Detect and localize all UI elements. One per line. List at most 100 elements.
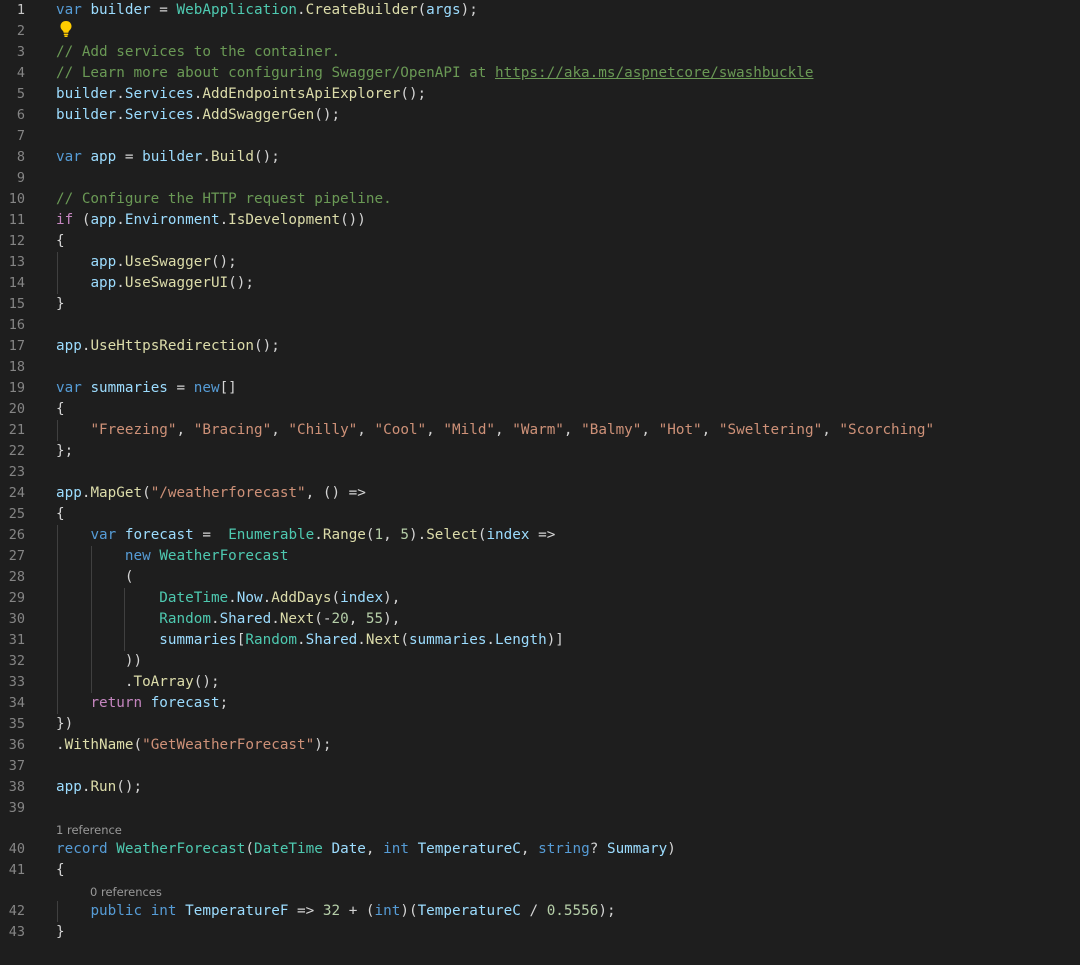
line-number[interactable]: 17 <box>0 336 25 357</box>
line-number[interactable]: 22 <box>0 441 25 462</box>
line-number[interactable]: 15 <box>0 294 25 315</box>
code-line[interactable]: 25 { <box>0 504 1080 525</box>
code-token: Next <box>365 632 401 648</box>
line-number[interactable]: 41 <box>0 860 25 881</box>
line-number[interactable]: 28 <box>0 567 25 588</box>
line-number[interactable]: 26 <box>0 525 25 546</box>
code-line[interactable]: 33 .ToArray(); <box>0 672 1080 693</box>
code-token: Select <box>426 527 478 543</box>
code-line[interactable]: 35}) <box>0 714 1080 735</box>
line-number[interactable]: 24 <box>0 483 25 504</box>
line-number[interactable]: 7 <box>0 126 25 147</box>
line-number[interactable]: 36 <box>0 735 25 756</box>
code-line[interactable]: 30 Random.Shared.Next(-20, 55), <box>0 609 1080 630</box>
line-number[interactable]: 42 <box>0 901 25 922</box>
line-number[interactable]: 13 <box>0 252 25 273</box>
line-number[interactable]: 4 <box>0 63 25 84</box>
code-line[interactable]: 17 app.UseHttpsRedirection(); <box>0 336 1080 357</box>
code-line[interactable]: 34 return forecast; <box>0 693 1080 714</box>
code-token: app <box>90 212 117 228</box>
code-line[interactable]: 31 summaries[Random.Shared.Next(summarie… <box>0 630 1080 651</box>
line-number[interactable]: 31 <box>0 630 25 651</box>
line-number[interactable]: 27 <box>0 546 25 567</box>
code-token: . <box>116 107 125 123</box>
code-line[interactable]: 20 { <box>0 399 1080 420</box>
code-line[interactable]: 22}; <box>0 441 1080 462</box>
line-number[interactable]: 1 <box>0 0 25 21</box>
code-line[interactable]: 19 var summaries = new[] <box>0 378 1080 399</box>
code-line[interactable]: 12 { <box>0 231 1080 252</box>
line-number[interactable]: 33 <box>0 672 25 693</box>
line-number[interactable]: 40 <box>0 839 25 860</box>
code-line[interactable]: 14 app.UseSwaggerUI(); <box>0 273 1080 294</box>
codelens-reference-count-property[interactable]: 0 references <box>90 883 162 901</box>
code-token: if <box>56 212 74 228</box>
line-number[interactable]: 39 <box>0 798 25 819</box>
line-number[interactable]: 37 <box>0 756 25 777</box>
code-line[interactable]: 23 <box>0 462 1080 483</box>
code-line[interactable]: 2 <box>0 21 1080 42</box>
code-line[interactable]: 32 )) <box>0 651 1080 672</box>
code-line[interactable]: 6 builder.Services.AddSwaggerGen(); <box>0 105 1080 126</box>
code-line[interactable]: 3 // Add services to the container. <box>0 42 1080 63</box>
code-line[interactable]: 8 var app = builder.Build(); <box>0 147 1080 168</box>
code-line[interactable]: 15} <box>0 294 1080 315</box>
line-number[interactable]: 43 <box>0 922 25 943</box>
line-number[interactable]: 10 <box>0 189 25 210</box>
code-line[interactable]: 24 app.MapGet("/weatherforecast", () => <box>0 483 1080 504</box>
line-number[interactable]: 21 <box>0 420 25 441</box>
code-line[interactable]: 27 new WeatherForecast <box>0 546 1080 567</box>
code-line[interactable]: 40 record WeatherForecast(DateTime Date, … <box>0 839 1080 860</box>
code-line[interactable]: 28 ( <box>0 567 1080 588</box>
code-editor[interactable]: 1 var builder = WebApplication.CreateBuil… <box>0 0 1080 965</box>
line-number[interactable]: 9 <box>0 168 25 189</box>
line-number[interactable]: 6 <box>0 105 25 126</box>
code-line[interactable]: 10 // Configure the HTTP request pipeline… <box>0 189 1080 210</box>
code-link[interactable]: https://aka.ms/aspnetcore/swashbuckle <box>495 65 813 81</box>
line-number[interactable]: 11 <box>0 210 25 231</box>
line-number[interactable]: 12 <box>0 231 25 252</box>
codelens-reference-count[interactable]: 1 reference <box>56 821 122 839</box>
code-token: ( <box>142 485 151 501</box>
code-line[interactable]: 5 builder.Services.AddEndpointsApiExplore… <box>0 84 1080 105</box>
line-number[interactable]: 34 <box>0 693 25 714</box>
line-number[interactable]: 20 <box>0 399 25 420</box>
line-number[interactable]: 8 <box>0 147 25 168</box>
code-line[interactable]: 39 <box>0 798 1080 819</box>
line-number[interactable]: 23 <box>0 462 25 483</box>
line-number[interactable]: 18 <box>0 357 25 378</box>
code-line[interactable]: 26 var forecast = Enumerable.Range(1, 5)… <box>0 525 1080 546</box>
line-number[interactable]: 5 <box>0 84 25 105</box>
code-line[interactable]: 36 .WithName("GetWeatherForecast"); <box>0 735 1080 756</box>
code-line[interactable]: 9 <box>0 168 1080 189</box>
code-line[interactable]: 16 <box>0 315 1080 336</box>
code-line[interactable]: 1 var builder = WebApplication.CreateBuil… <box>0 0 1080 21</box>
code-line[interactable]: 41 { <box>0 860 1080 881</box>
line-number[interactable]: 35 <box>0 714 25 735</box>
line-number[interactable]: 16 <box>0 315 25 336</box>
line-number[interactable]: 38 <box>0 777 25 798</box>
code-token: "Hot" <box>658 422 702 438</box>
code-line[interactable]: 38 app.Run(); <box>0 777 1080 798</box>
code-line[interactable]: 7 <box>0 126 1080 147</box>
code-line[interactable]: 18 <box>0 357 1080 378</box>
code-line[interactable]: 42 public int TemperatureF => 32 + (int)… <box>0 901 1080 922</box>
code-line[interactable]: 11 if (app.Environment.IsDevelopment()) <box>0 210 1080 231</box>
code-line[interactable]: 29 DateTime.Now.AddDays(index), <box>0 588 1080 609</box>
code-line[interactable]: 37 <box>0 756 1080 777</box>
line-number[interactable]: 29 <box>0 588 25 609</box>
code-line[interactable]: 4 // Learn more about configuring Swagger… <box>0 63 1080 84</box>
line-number[interactable]: 32 <box>0 651 25 672</box>
code-line[interactable]: 43} <box>0 922 1080 943</box>
code-token: [] <box>219 380 237 396</box>
line-number[interactable]: 30 <box>0 609 25 630</box>
code-line[interactable]: 13 app.UseSwagger(); <box>0 252 1080 273</box>
line-number[interactable]: 19 <box>0 378 25 399</box>
line-number[interactable]: 2 <box>0 21 25 42</box>
code-line[interactable]: 21 "Freezing", "Bracing", "Chilly", "Coo… <box>0 420 1080 441</box>
line-number[interactable]: 3 <box>0 42 25 63</box>
line-number[interactable]: 14 <box>0 273 25 294</box>
line-number[interactable]: 25 <box>0 504 25 525</box>
